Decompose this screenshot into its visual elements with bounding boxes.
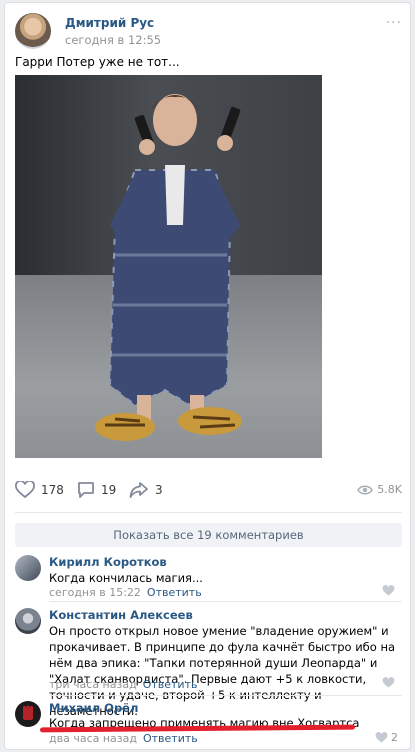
post-photo[interactable]	[15, 75, 322, 458]
comment-like-button[interactable]	[382, 585, 398, 597]
comment-time[interactable]: три часа назад	[49, 678, 137, 691]
share-count: 3	[155, 483, 163, 497]
comment-author[interactable]: Михаил Орёл	[49, 701, 138, 715]
like-count: 178	[41, 483, 64, 497]
comment-text: Когда кончилась магия...	[49, 571, 203, 585]
comment-author[interactable]: Константин Алексеев	[49, 608, 193, 622]
comment-author[interactable]: Кирилл Коротков	[49, 555, 167, 569]
reply-button[interactable]: Ответить	[143, 732, 198, 745]
post-text: Гарри Потер уже не тот...	[15, 55, 180, 69]
divider	[49, 695, 402, 696]
comment-meta: три часа назад Ответить	[49, 678, 197, 691]
share-icon	[129, 482, 148, 498]
comment-like-count: 2	[391, 731, 398, 744]
eye-icon	[357, 485, 374, 494]
like-button[interactable]: 178	[15, 481, 64, 499]
post-card: Дмитрий Рус сегодня в 12:55 ··· Гарри По…	[4, 2, 411, 750]
divider	[49, 601, 402, 602]
photo-figure	[95, 94, 242, 441]
comment-item: Константин Алексеев Он просто открыл нов…	[15, 608, 402, 718]
heart-icon	[382, 677, 395, 688]
fist-icon	[23, 705, 33, 720]
author-avatar[interactable]	[15, 13, 51, 49]
comment-icon	[78, 482, 94, 498]
reply-button[interactable]: Ответить	[143, 678, 198, 691]
share-button[interactable]: 3	[129, 481, 163, 499]
comment-avatar[interactable]	[15, 701, 41, 727]
comment-meta: два часа назад Ответить	[49, 732, 198, 745]
post-time[interactable]: сегодня в 12:55	[65, 33, 161, 47]
comment-item: Михаил Орёл Когда запрещено применять ма…	[15, 701, 402, 745]
comment-button[interactable]: 19	[77, 481, 116, 499]
more-options-button[interactable]: ···	[386, 15, 402, 31]
post-header: Дмитрий Рус сегодня в 12:55 ···	[15, 13, 402, 49]
views-counter: 5.8K	[357, 483, 402, 496]
heart-icon	[375, 731, 388, 743]
comment-avatar[interactable]	[15, 608, 41, 634]
comment-item: Кирилл Коротков Когда кончилась магия...…	[15, 555, 402, 599]
heart-icon	[382, 585, 395, 596]
heart-icon	[15, 481, 35, 499]
views-count: 5.8K	[377, 483, 402, 496]
author-name[interactable]: Дмитрий Рус	[65, 16, 154, 30]
comment-time[interactable]: сегодня в 15:22	[49, 586, 141, 599]
divider	[15, 512, 402, 513]
comment-time[interactable]: два часа назад	[49, 732, 137, 745]
comment-count: 19	[101, 483, 117, 497]
comment-avatar[interactable]	[15, 555, 41, 581]
reply-button[interactable]: Ответить	[147, 586, 202, 599]
comment-meta: сегодня в 15:22 Ответить	[49, 586, 202, 599]
comment-like-button[interactable]	[382, 677, 398, 689]
comment-like-button[interactable]: 2	[375, 731, 398, 744]
post-actions: 178 19 3 5.8K	[15, 479, 402, 503]
show-all-comments-button[interactable]: Показать все 19 комментариев	[15, 523, 402, 547]
